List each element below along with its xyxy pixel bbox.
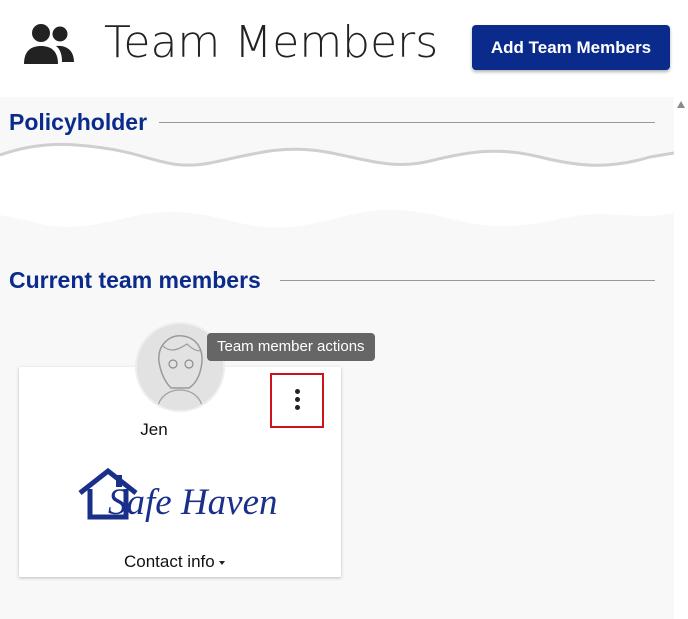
contact-info-label: Contact info	[124, 552, 215, 571]
group-icon	[24, 24, 74, 64]
section-divider	[159, 122, 655, 123]
company-logo: Safe Haven	[78, 467, 283, 529]
logo-text: Safe Haven	[108, 482, 278, 523]
team-member-actions-tooltip: Team member actions	[207, 333, 375, 361]
page-title: Team Members	[104, 17, 439, 68]
main-content: Policyholder Current team members Team m…	[0, 97, 674, 619]
page-header: Team Members Add Team Members	[0, 0, 688, 97]
caret-down-icon	[218, 560, 225, 565]
member-name: Jen	[140, 420, 168, 439]
section-heading-current-team: Current team members	[9, 267, 261, 293]
torn-edge-divider	[0, 142, 674, 228]
section-divider	[280, 280, 655, 281]
team-member-actions-button[interactable]	[270, 373, 324, 428]
contact-info-dropdown[interactable]: Contact info	[124, 552, 225, 572]
scrollbar[interactable]	[674, 97, 688, 619]
section-heading-policyholder: Policyholder	[9, 109, 148, 135]
scroll-up-icon[interactable]	[677, 101, 685, 108]
add-team-members-button[interactable]: Add Team Members	[472, 25, 670, 70]
